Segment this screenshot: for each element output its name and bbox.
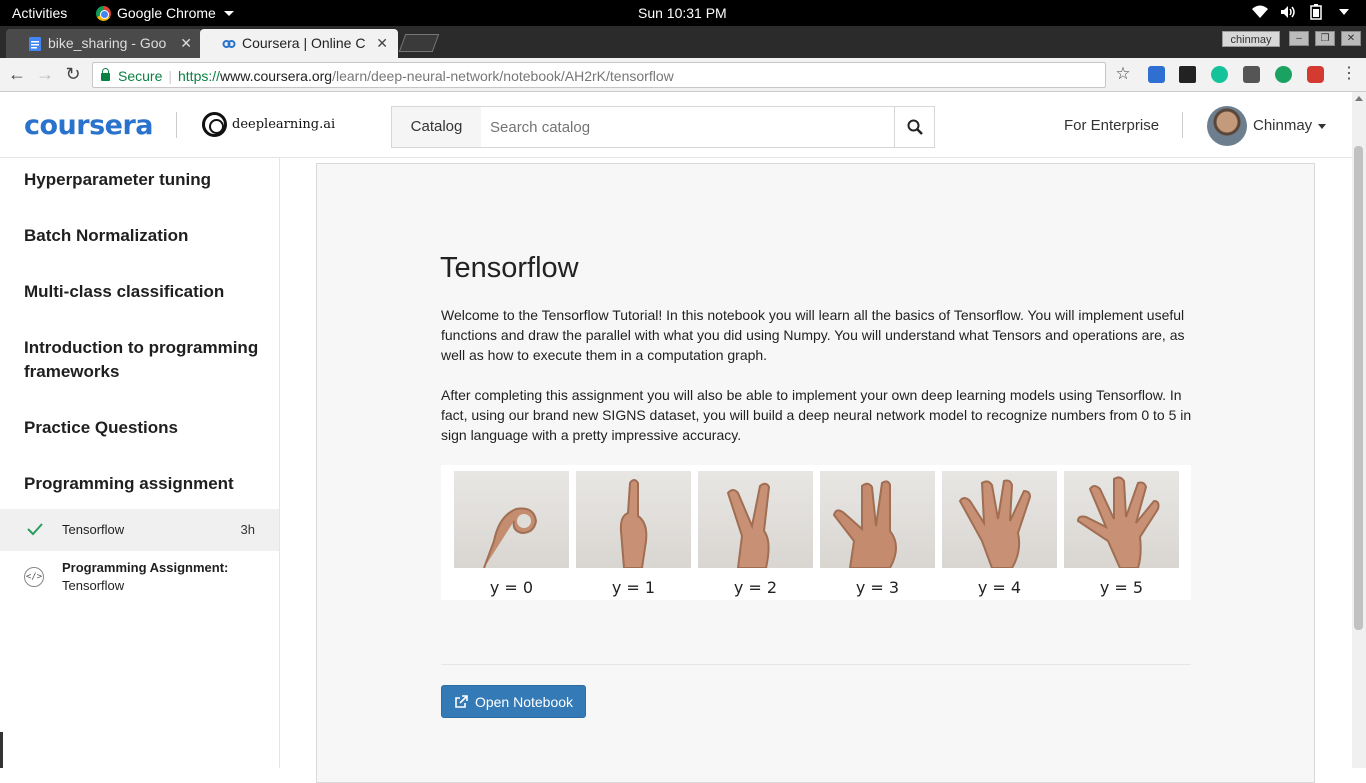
divider [441,664,1191,665]
lesson-label: Programming Assignment: Tensorflow [62,559,228,595]
extension-pen-icon[interactable] [1179,66,1196,83]
intro-paragraph: Welcome to the Tensorflow Tutorial! In t… [441,307,1185,363]
signs-figure: y = 0 y = 1 y = 2 y = 3 y = 4 y = 5 [441,465,1191,600]
course-sidebar: Hyperparameter tuning Batch Normalizatio… [0,158,280,768]
maximize-button[interactable]: ❐ [1315,31,1335,46]
deeplearning-icon [202,112,227,137]
sign-image-0 [454,471,569,568]
close-icon[interactable]: ✕ [376,35,388,52]
chrome-icon [96,5,111,21]
sign-label: y = 2 [733,578,778,597]
lesson-label: Tensorflow [62,522,125,537]
chevron-down-icon [223,10,234,16]
sign-label: y = 5 [1099,578,1144,597]
docs-icon [29,37,41,51]
code-icon: </> [24,567,44,587]
tab-bike-sharing[interactable]: bike_sharing - Goo ✕ [6,29,202,58]
lesson-subtitle: Tensorflow [62,578,125,593]
sign-image-2 [698,471,813,568]
chevron-down-icon [1336,4,1352,20]
sidebar-item-programming-assignment[interactable]: Programming assignment [24,472,264,496]
lesson-item-tensorflow[interactable]: Tensorflow 3h [0,509,279,551]
external-link-icon [455,694,468,708]
checkmark-icon [27,523,43,536]
tab-title: Coursera | Online C [242,35,366,51]
extension-d-icon[interactable] [1275,66,1292,83]
sidebar-item-programming-frameworks[interactable]: Introduction to programming frameworks [24,336,264,384]
menu-dots-icon[interactable]: ⋮ [1340,65,1358,83]
coursera-favicon-icon [222,40,236,48]
window-edge [0,732,3,768]
chevron-down-icon[interactable] [1318,124,1326,129]
open-notebook-label: Open Notebook [474,693,574,710]
tab-title: bike_sharing - Goo [48,35,167,51]
divider [1182,112,1183,138]
lesson-item-programming-assignment[interactable]: </> Programming Assignment: Tensorflow [0,559,279,599]
sign-label: y = 4 [977,578,1022,597]
avatar[interactable] [1207,106,1247,146]
volume-icon [1280,4,1296,20]
coursera-logo[interactable]: coursera [24,110,154,141]
sidebar-item-practice-questions[interactable]: Practice Questions [24,416,264,440]
activities-button[interactable]: Activities [12,5,67,21]
partner-name: deeplearning.ai [232,117,336,132]
scrollbar-thumb[interactable] [1354,146,1363,630]
catalog-button[interactable]: Catalog [391,106,482,148]
battery-icon [1308,4,1324,20]
tab-coursera[interactable]: Coursera | Online C ✕ [200,29,398,58]
page-title: Tensorflow [440,252,579,284]
secure-label: Secure [118,68,163,84]
minimize-button[interactable]: – [1289,31,1309,46]
search-button[interactable] [894,106,935,148]
close-window-button[interactable]: ✕ [1341,31,1361,46]
lock-icon [101,68,110,81]
app-name: Google Chrome [117,5,216,21]
lesson-duration: 3h [240,522,255,537]
address-bar[interactable]: Secure | https://www.coursera.org/learn/de… [92,62,1106,88]
grammarly-icon[interactable] [1211,66,1228,83]
open-notebook-button[interactable]: Open Notebook [441,685,586,718]
sign-image-1 [576,471,691,568]
sign-label: y = 0 [489,578,534,597]
system-tray[interactable] [1252,4,1352,20]
clock[interactable]: Sun 10:31 PM [638,5,727,21]
outcome-paragraph: After completing this assignment you wil… [441,387,1192,443]
profile-badge[interactable]: chinmay [1222,31,1280,47]
app-menu[interactable]: Google Chrome [96,5,234,21]
sign-label: y = 1 [611,578,656,597]
forward-arrow-icon[interactable]: → [36,65,54,83]
browser-toolbar: ← → ↻ Secure | https://www.coursera.org/le… [0,58,1366,92]
system-top-bar: Activities Google Chrome Sun 10:31 PM [0,0,1366,26]
sidebar-item-hyperparameter-tuning[interactable]: Hyperparameter tuning [24,168,264,192]
divider [176,112,177,138]
url-path: /learn/deep-neural-network/notebook/AH2r… [332,68,674,84]
sidebar-item-multi-class[interactable]: Multi-class classification [24,280,264,304]
extension-ghost-icon[interactable] [1243,66,1260,83]
sign-image-3 [820,471,935,568]
wifi-icon [1252,4,1268,20]
reload-icon[interactable]: ↻ [64,65,82,83]
bookmark-star-icon[interactable]: ☆ [1114,65,1132,83]
url-host: www.coursera.org [220,68,333,84]
for-enterprise-link[interactable]: For Enterprise [1064,117,1159,134]
scroll-up-arrow-icon[interactable] [1355,96,1363,101]
tab-strip: bike_sharing - Goo ✕ Coursera | Online C… [0,26,1366,58]
extension-download-icon[interactable] [1148,66,1165,83]
search-icon [907,119,923,135]
back-arrow-icon[interactable]: ← [8,65,26,83]
deeplearning-logo[interactable]: deeplearning.ai [202,112,335,137]
close-icon[interactable]: ✕ [180,35,192,52]
site-header: coursera deeplearning.ai Catalog For Ent… [0,92,1352,158]
url-scheme: https:// [178,68,221,84]
sign-image-5 [1064,471,1179,568]
sidebar-item-batch-normalization[interactable]: Batch Normalization [24,224,264,248]
search-input[interactable] [481,106,895,148]
username[interactable]: Chinmay [1253,117,1312,134]
sign-label: y = 3 [855,578,900,597]
lesson-title: Programming Assignment: [62,560,229,575]
new-tab-button[interactable] [398,34,440,52]
adblock-icon[interactable] [1307,66,1324,83]
sign-image-4 [942,471,1057,568]
